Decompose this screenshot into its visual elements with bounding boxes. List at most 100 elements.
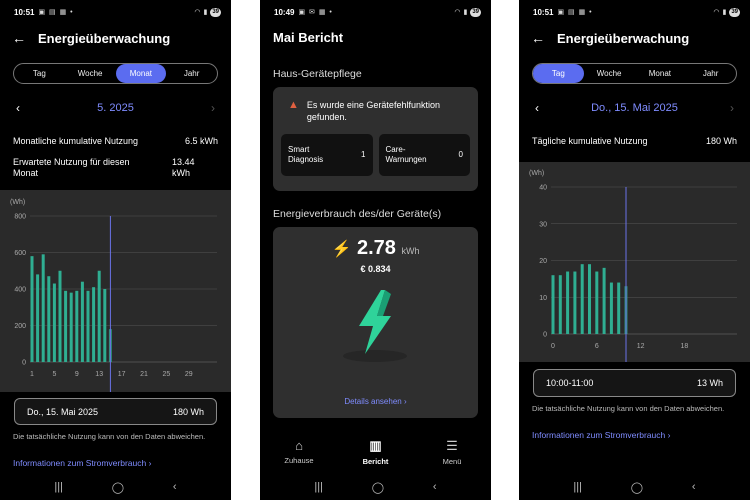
tab-home[interactable]: ⌂ Zuhause (274, 438, 324, 466)
chevron-right-icon[interactable]: › (730, 101, 734, 115)
info-link[interactable]: Informationen zum Stromverbrauch › (13, 458, 151, 468)
info-link[interactable]: Informationen zum Stromverbrauch › (532, 430, 670, 440)
back-icon[interactable]: ‹ (433, 481, 437, 494)
bar (52, 283, 56, 362)
signal-icon: ▮ (463, 9, 468, 16)
daily-usage-label: Tägliche kumulative Nutzung (532, 136, 648, 146)
tab-menu[interactable]: ☰ Menü (427, 438, 477, 466)
status-bar: 10:51 ▣ ▤ ▦ • ◠ ▮ 39 (533, 5, 740, 19)
period-label: 5. 2025 (97, 102, 134, 114)
x-tick-label: 17 (118, 371, 126, 378)
y-tick-label: 0 (543, 332, 547, 339)
period-segmented-control: Tag Woche Monat Jahr (532, 63, 737, 84)
care-card: ▲ Es wurde eine Gerätefehlfunktion gefund… (273, 87, 478, 191)
expected-usage-row: Erwartete Nutzung für diesen Monat 13.44 k… (13, 157, 218, 179)
back-arrow-icon[interactable]: ← (12, 30, 26, 46)
energy-unit: kWh (401, 246, 420, 256)
bar (92, 287, 96, 362)
lightning-illustration-icon (343, 290, 407, 362)
recents-icon[interactable]: ||| (54, 481, 63, 494)
phone-monthly-view: 10:51 ▣ ▤ ▦ • ◠ ▮ 39 ← Energieüberwachun… (0, 0, 231, 500)
x-tick-label: 0 (551, 343, 555, 350)
header: ← Energieüberwachung (12, 30, 170, 46)
tab-week[interactable]: Woche (584, 64, 635, 83)
back-icon[interactable]: ‹ (692, 481, 696, 494)
smart-diagnosis-tile[interactable]: Smart Diagnosis 1 (281, 134, 373, 176)
bar (86, 290, 90, 362)
x-tick-label: 13 (95, 371, 103, 378)
warning-text: Es wurde eine Gerätefehlfunktion gefunden… (307, 99, 440, 123)
notification-icons: ▣ ✉ ▦ • (298, 9, 333, 16)
tab-month[interactable]: Monat (115, 64, 167, 83)
bar (609, 282, 613, 334)
tab-day[interactable]: Tag (533, 64, 584, 83)
care-summary: Smart Diagnosis 1 Care- Warnungen 0 (273, 123, 478, 187)
warning-text-line1: Es wurde eine Gerätefehlfunktion (306, 100, 440, 110)
notification-icons: ▣ ▤ ▦ • (38, 9, 74, 16)
status-time: 10:51 (14, 7, 35, 17)
bar (558, 275, 562, 334)
energy-total: ⚡ 2.78 kWh (273, 237, 478, 260)
recents-icon[interactable]: ||| (314, 481, 323, 494)
tab-week[interactable]: Woche (65, 64, 116, 83)
chevron-left-icon[interactable]: ‹ (535, 101, 539, 115)
bar (64, 290, 68, 362)
home-icon[interactable]: ◯ (631, 481, 643, 494)
tab-month[interactable]: Monat (635, 64, 686, 83)
back-icon[interactable]: ‹ (173, 481, 177, 494)
tab-year[interactable]: Jahr (166, 64, 217, 83)
chevron-left-icon[interactable]: ‹ (16, 101, 20, 115)
tab-year[interactable]: Jahr (685, 64, 736, 83)
energy-card: ⚡ 2.78 kWh € 0.834 Details ansehen › (273, 227, 478, 418)
bar (41, 254, 45, 362)
warning-message[interactable]: ▲ Es wurde eine Gerätefehlfunktion gefund… (273, 87, 478, 123)
home-icon[interactable]: ◯ (372, 481, 384, 494)
x-tick-label: 29 (185, 371, 193, 378)
details-link[interactable]: Details ansehen › (273, 397, 478, 406)
period-navigator: ‹ 5. 2025 › (16, 101, 215, 115)
smart-diagnosis-count: 1 (361, 150, 366, 159)
bar (588, 264, 591, 334)
y-tick-label: 40 (539, 185, 547, 192)
report-icon: ▥ (369, 438, 382, 453)
energy-value: 2.78 (356, 237, 396, 259)
wifi-icon: ◠ (713, 9, 720, 16)
bar (47, 276, 51, 362)
system-nav-bar: ||| ◯ ‹ (519, 481, 750, 494)
care-warnings-label-line2: Warnungen (385, 155, 427, 164)
daily-usage-chart[interactable]: (Wh) 0 10 20 30 40 0 6 12 18 (519, 162, 750, 362)
tab-day[interactable]: Tag (14, 64, 65, 83)
bar (80, 281, 84, 362)
tab-report[interactable]: ▥ Bericht (351, 438, 401, 466)
expected-usage-label-line1: Erwartete Nutzung für diesen (13, 157, 130, 167)
tooltip-date: Do., 15. Mai 2025 (27, 406, 99, 417)
status-right: ◠ ▮ 39 (194, 7, 221, 17)
bar (551, 275, 555, 334)
monthly-usage-label: Monatliche kumulative Nutzung (13, 136, 139, 146)
monthly-chart-panel: (Wh) 0 200 400 600 800 1 5 9 13 17 21 25 29 (0, 190, 231, 392)
x-tick-label: 18 (681, 343, 689, 350)
daily-usage-row: Tägliche kumulative Nutzung 180 Wh (532, 136, 737, 147)
bottom-tab-bar: ⌂ Zuhause ▥ Bericht ☰ Menü (260, 438, 491, 466)
care-warnings-label-line1: Care- (385, 145, 406, 154)
care-warnings-tile[interactable]: Care- Warnungen 0 (378, 134, 470, 176)
chevron-right-icon[interactable]: › (211, 101, 215, 115)
bar (602, 267, 606, 334)
home-icon[interactable]: ◯ (112, 481, 124, 494)
system-nav-bar: ||| ◯ ‹ (0, 481, 231, 494)
period-label: Do., 15. Mai 2025 (591, 102, 678, 114)
period-segmented-control: Tag Woche Monat Jahr (13, 63, 218, 84)
bar (36, 274, 40, 362)
bolt-icon: ⚡ (331, 241, 352, 258)
bar (58, 270, 62, 362)
battery-icon: 39 (729, 7, 740, 17)
expected-usage-value: 13.44 kWh (172, 157, 218, 179)
bar (97, 270, 101, 362)
monthly-usage-chart[interactable]: (Wh) 0 200 400 600 800 1 5 9 13 17 21 25 29 (0, 190, 231, 392)
bar (580, 264, 584, 334)
bar (617, 282, 621, 334)
bar (69, 292, 73, 362)
back-arrow-icon[interactable]: ← (531, 30, 545, 46)
recents-icon[interactable]: ||| (573, 481, 582, 494)
y-tick-label: 400 (14, 287, 26, 294)
